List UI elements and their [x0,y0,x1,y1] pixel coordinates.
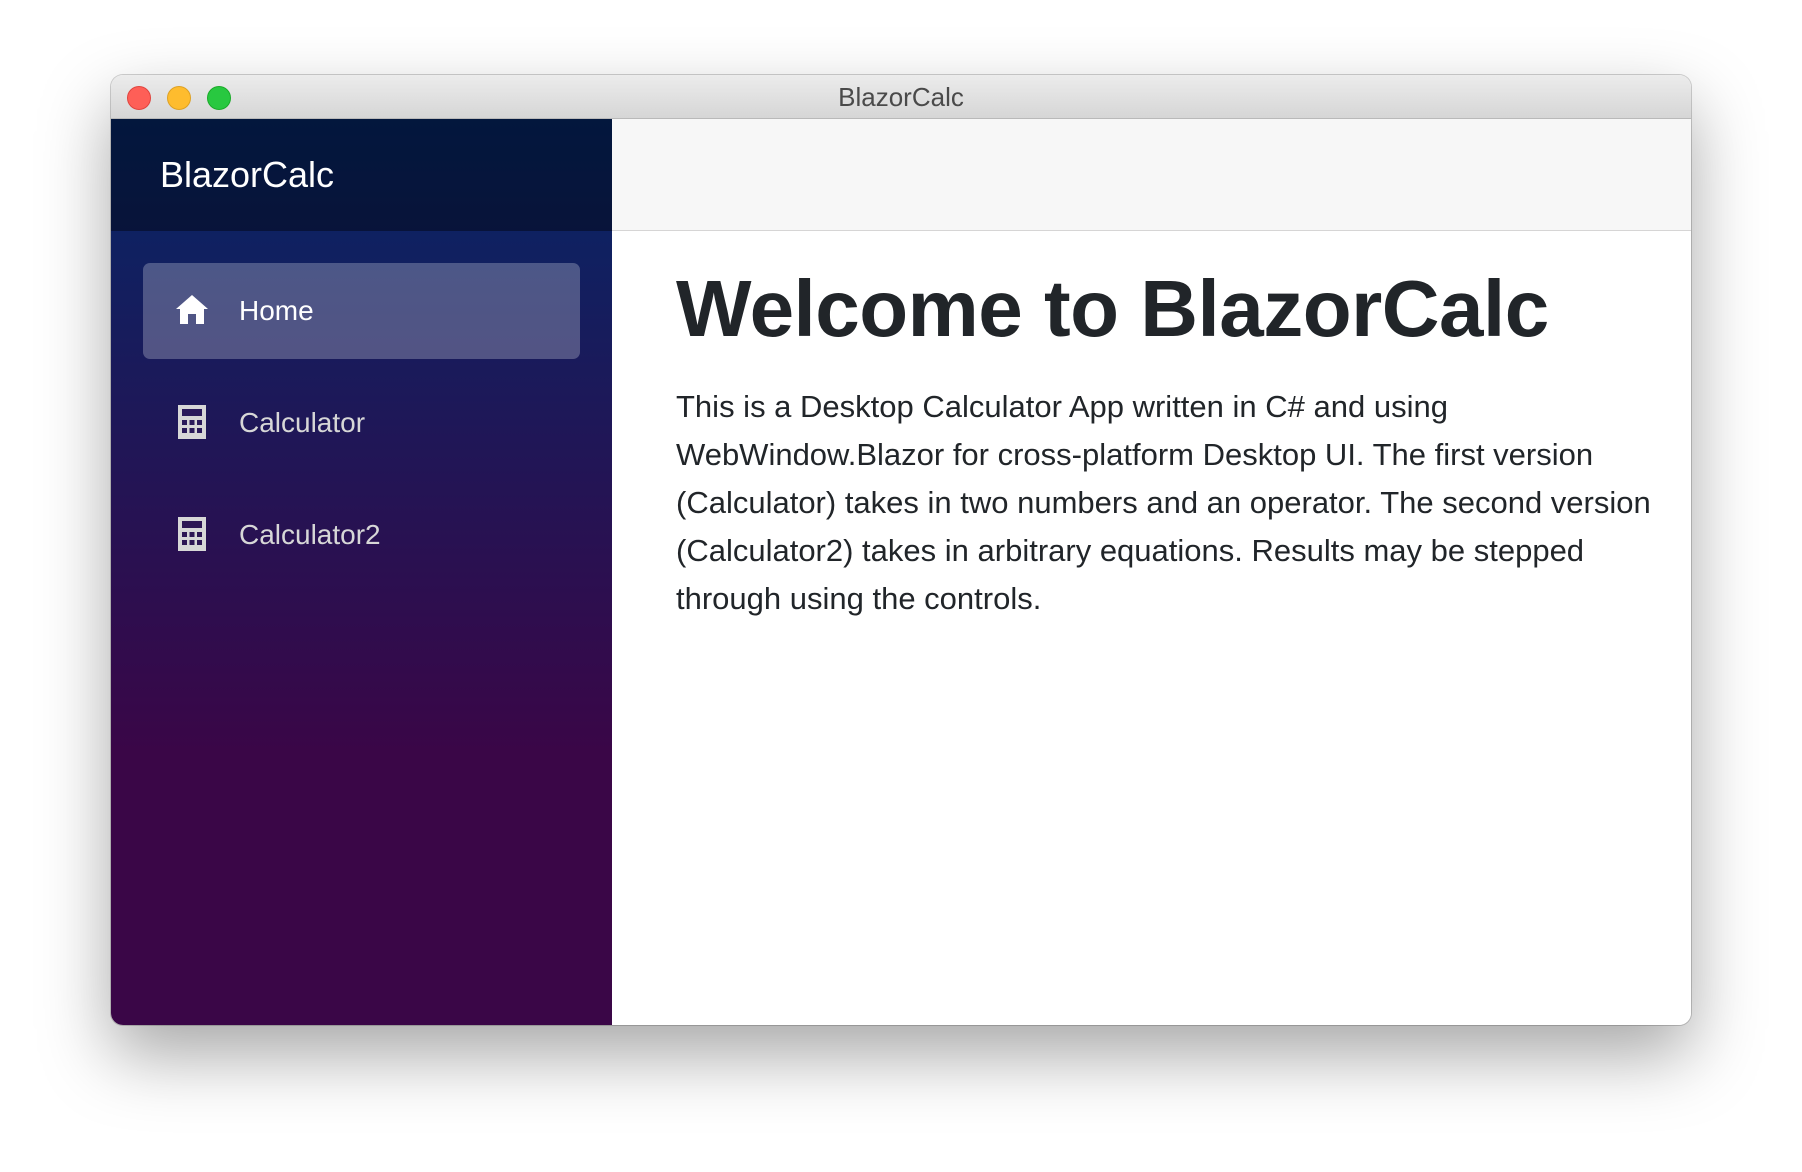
nav-item-calculator2[interactable]: Calculator2 [143,487,580,583]
sidebar: BlazorCalc Home Calculator Calculator2 [111,119,612,1025]
top-row [612,119,1691,231]
intro-paragraph: This is a Desktop Calculator App written… [676,389,1651,616]
nav-item-home[interactable]: Home [143,263,580,359]
nav-menu: Home Calculator Calculator2 [143,263,580,599]
title-bar[interactable]: BlazorCalc [111,75,1691,119]
nav-item-label: Calculator [239,407,366,438]
page-title: Welcome to BlazorCalc [676,264,1549,353]
window-title: BlazorCalc [838,82,964,112]
article: Welcome to BlazorCalc This is a Desktop … [676,269,1666,623]
calculator-icon [178,517,206,551]
home-icon [176,295,208,324]
app-window: BlazorCalc BlazorCalc Home Calculator Ca… [111,75,1691,1025]
brand-link[interactable]: BlazorCalc [160,119,334,231]
nav-item-label: Home [239,295,314,326]
nav-item-calculator[interactable]: Calculator [143,375,580,471]
nav-item-label: Calculator2 [239,519,381,550]
calculator-icon [178,405,206,439]
brand-bar: BlazorCalc [111,119,612,231]
main-content: Welcome to BlazorCalc This is a Desktop … [612,119,1691,1025]
